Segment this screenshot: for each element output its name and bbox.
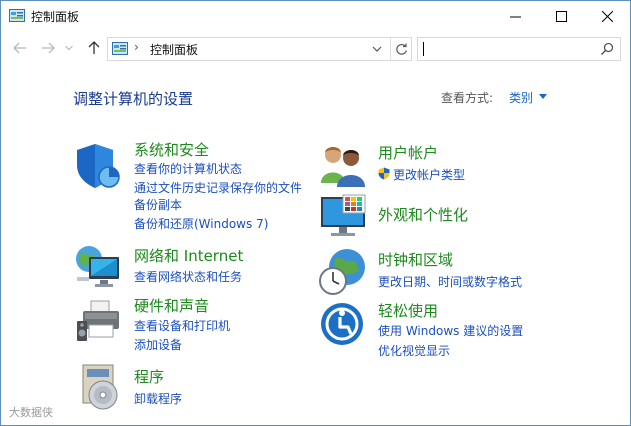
watermark: 大数据侠 (9, 406, 53, 419)
close-icon (601, 10, 613, 22)
user-accounts-icon[interactable] (319, 141, 369, 191)
address-bar[interactable]: › 控制面板 (107, 37, 412, 61)
control-panel-icon (9, 9, 25, 22)
chevron-down-icon (65, 45, 73, 51)
link-uninstall-program[interactable]: 卸载程序 (134, 390, 182, 407)
link-change-account-type[interactable]: 更改帐户类型 (393, 166, 465, 183)
up-button[interactable] (85, 39, 103, 57)
search-icon[interactable] (600, 42, 614, 56)
window-title: 控制面板 (31, 10, 80, 24)
category-title-clock-region[interactable]: 时钟和区域 (378, 249, 453, 270)
ease-of-access-icon[interactable] (319, 301, 369, 351)
view-by-dropdown[interactable]: 类别 (509, 89, 533, 106)
search-input[interactable] (417, 37, 621, 61)
category-title-ease-of-access[interactable]: 轻松使用 (378, 300, 438, 321)
maximize-button[interactable] (538, 1, 584, 31)
minimize-icon (509, 16, 521, 17)
up-arrow-icon (88, 41, 100, 54)
view-by-label: 查看方式: (441, 91, 494, 105)
recent-locations-button[interactable] (63, 39, 75, 57)
chevron-down-icon[interactable] (370, 42, 384, 56)
page-title: 调整计算机的设置 (73, 90, 194, 108)
category-title-programs[interactable]: 程序 (134, 366, 164, 387)
category-title-network-internet[interactable]: 网络和 Internet (134, 245, 243, 266)
breadcrumb-control-panel[interactable]: 控制面板 (150, 41, 198, 58)
control-panel-window: 控制面板 › 控制面板 调整计算机的设置 查看方式: 类别 系统和安全 查看你的… (0, 0, 631, 426)
breadcrumb-separator[interactable]: › (134, 40, 139, 54)
programs-disc-icon[interactable] (77, 363, 127, 413)
refresh-icon (395, 43, 407, 55)
link-file-history[interactable]: 通过文件历史记录保存你的文件 (134, 179, 302, 196)
link-optimize-visual-display[interactable]: 优化视觉显示 (378, 342, 450, 359)
text-caret (423, 42, 424, 56)
uac-shield-icon (378, 167, 390, 180)
forward-button[interactable] (39, 39, 57, 57)
link-windows-recommended-settings[interactable]: 使用 Windows 建议的设置 (378, 322, 523, 339)
maximize-icon (555, 10, 567, 22)
back-button[interactable] (11, 39, 29, 57)
link-backup-restore[interactable]: 备份和还原(Windows 7) (134, 215, 268, 232)
link-network-status[interactable]: 查看网络状态和任务 (134, 268, 242, 285)
category-title-hardware-sound[interactable]: 硬件和声音 (134, 295, 209, 316)
close-button[interactable] (584, 1, 630, 31)
forward-arrow-icon (42, 42, 55, 54)
security-shield-icon[interactable] (73, 141, 123, 191)
category-title-appearance[interactable]: 外观和个性化 (378, 204, 468, 225)
refresh-button[interactable] (390, 38, 411, 60)
back-arrow-icon (13, 42, 26, 54)
category-title-system-security[interactable]: 系统和安全 (134, 139, 209, 160)
title-bar[interactable]: 控制面板 (1, 1, 630, 31)
link-change-date-time-format[interactable]: 更改日期、时间或数字格式 (378, 273, 522, 290)
appearance-display-icon[interactable] (319, 193, 369, 243)
minimize-button[interactable] (492, 1, 538, 31)
control-panel-icon (112, 42, 128, 55)
view-by-arrow-icon[interactable] (539, 94, 547, 99)
link-add-device[interactable]: 添加设备 (134, 336, 182, 353)
network-globe-icon[interactable] (73, 243, 123, 293)
link-backup-copy[interactable]: 备份副本 (134, 196, 182, 213)
clock-region-icon[interactable] (319, 247, 369, 297)
printer-speaker-icon[interactable] (73, 297, 123, 347)
link-devices-printers[interactable]: 查看设备和打印机 (134, 317, 230, 334)
category-title-user-accounts[interactable]: 用户帐户 (378, 142, 438, 163)
link-view-computer-status[interactable]: 查看你的计算机状态 (134, 160, 242, 177)
